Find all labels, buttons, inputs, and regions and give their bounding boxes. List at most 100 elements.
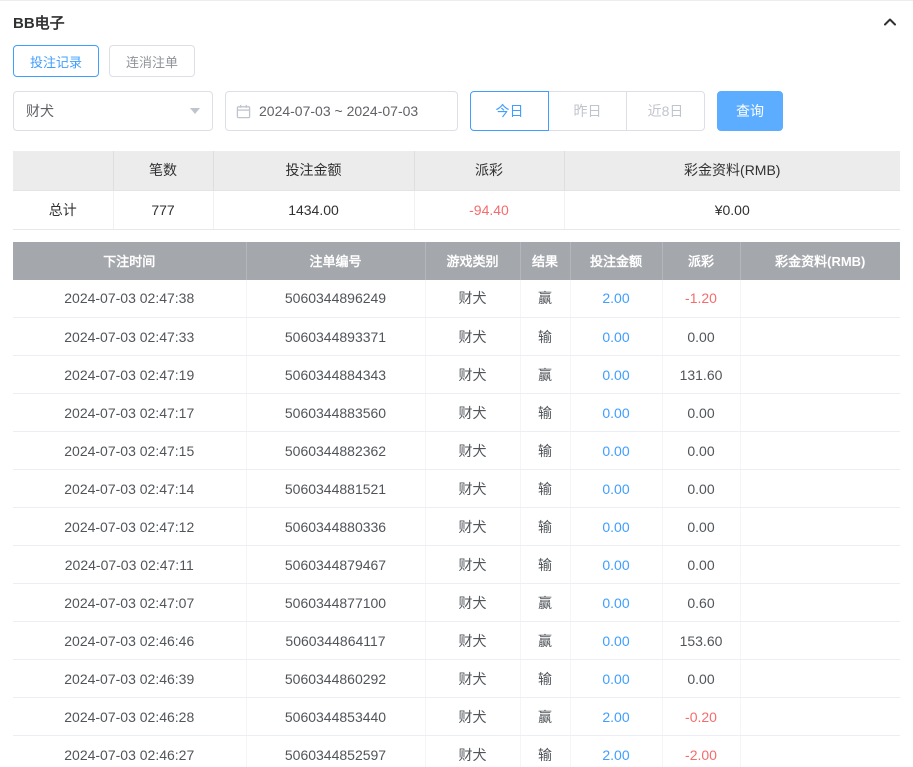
panel-header: BB电子 [13,1,900,39]
bet-amount-link[interactable]: 0.00 [602,595,629,611]
order-id-cell: 5060344880336 [246,507,426,546]
table-row: 2024-07-03 02:47:12 5060344880336 财犬输 0.00 0… [13,507,900,546]
bonus-cell [740,393,900,432]
bet-time-cell: 2024-07-03 02:47:11 [13,545,247,584]
table-row: 2024-07-03 02:46:46 5060344864117 财犬赢 0.00 1… [13,621,900,660]
tab-cancelled-orders[interactable]: 连消注单 [109,45,196,77]
bet-amount-link[interactable]: 0.00 [602,367,629,383]
game-type-cell: 财犬 [425,621,521,660]
payout-cell: -2.00 [662,735,741,767]
calendar-icon [236,104,251,118]
game-select-value: 财犬 [26,103,54,119]
bet-amount-cell: 2.00 [570,735,663,767]
payout-cell: 131.60 [662,355,741,394]
result-cell: 赢 [520,621,571,660]
table-row: 2024-07-03 02:47:14 5060344881521 财犬输 0.00 0… [13,469,900,508]
bet-time-cell: 2024-07-03 02:47:33 [13,317,247,356]
order-id-cell: 5060344852597 [246,735,426,767]
summary-header-blank [13,151,114,191]
chevron-down-icon [190,108,200,114]
bonus-cell [740,697,900,736]
game-type-cell: 财犬 [425,431,521,470]
game-type-cell: 财犬 [425,583,521,622]
result-cell: 输 [520,469,571,508]
game-type-cell: 财犬 [425,393,521,432]
order-id-cell: 5060344896249 [246,279,426,318]
game-select[interactable]: 财犬 [13,91,213,131]
game-type-cell: 财犬 [425,735,521,767]
bet-amount-link[interactable]: 0.00 [602,519,629,535]
summary-total-label: 总计 [13,190,114,230]
col-header-payout: 派彩 [662,241,741,280]
summary-payout-value: -94.40 [414,190,565,230]
order-id-cell: 5060344864117 [246,621,426,660]
filter-bar: 财犬 2024-07-03 ~ 2024-07-03 今日 昨日 近8日 查询 [13,91,900,131]
table-row: 2024-07-03 02:46:27 5060344852597 财犬输 2.00 -… [13,735,900,767]
bet-amount-link[interactable]: 2.00 [602,709,629,725]
bet-amount-link[interactable]: 0.00 [602,443,629,459]
result-cell: 赢 [520,279,571,318]
bet-records-panel: BB电子 投注记录 连消注单 财犬 2024-07-03 ~ 2024-07-0… [0,0,913,767]
bonus-cell [740,735,900,767]
col-header-result: 结果 [520,241,571,280]
order-id-cell: 5060344877100 [246,583,426,622]
result-cell: 赢 [520,583,571,622]
result-cell: 输 [520,659,571,698]
summary-header-payout: 派彩 [414,151,565,191]
bet-time-cell: 2024-07-03 02:46:39 [13,659,247,698]
payout-cell: 0.00 [662,317,741,356]
bet-amount-link[interactable]: 0.00 [602,671,629,687]
quick-date-yesterday[interactable]: 昨日 [548,91,627,131]
bet-table: 下注时间 注单编号 游戏类别 结果 投注金额 派彩 彩金资料(RMB) 2024… [13,241,900,767]
col-header-bet-time: 下注时间 [13,241,247,280]
payout-cell: 0.00 [662,393,741,432]
col-header-game-type: 游戏类别 [425,241,521,280]
bet-amount-link[interactable]: 2.00 [602,290,629,306]
bonus-cell [740,621,900,660]
result-cell: 输 [520,507,571,546]
order-id-cell: 5060344860292 [246,659,426,698]
bet-amount-link[interactable]: 0.00 [602,481,629,497]
bet-time-cell: 2024-07-03 02:47:07 [13,583,247,622]
bet-amount-link[interactable]: 2.00 [602,747,629,763]
tab-bet-records[interactable]: 投注记录 [13,45,100,77]
bet-time-cell: 2024-07-03 02:47:17 [13,393,247,432]
table-row: 2024-07-03 02:47:17 5060344883560 财犬输 0.00 0… [13,393,900,432]
order-id-cell: 5060344882362 [246,431,426,470]
table-row: 2024-07-03 02:46:39 5060344860292 财犬输 0.00 0… [13,659,900,698]
result-cell: 输 [520,317,571,356]
bet-amount-link[interactable]: 0.00 [602,329,629,345]
result-cell: 赢 [520,355,571,394]
bet-amount-link[interactable]: 0.00 [602,633,629,649]
payout-cell: 153.60 [662,621,741,660]
quick-date-today[interactable]: 今日 [470,91,549,131]
game-type-cell: 财犬 [425,469,521,508]
summary-header-row: 笔数 投注金额 派彩 彩金资料(RMB) [13,151,900,191]
game-type-cell: 财犬 [425,317,521,356]
result-cell: 输 [520,431,571,470]
bonus-cell [740,317,900,356]
bet-amount-link[interactable]: 0.00 [602,557,629,573]
panel-title: BB电子 [13,14,65,32]
bonus-cell [740,545,900,584]
bet-amount-cell: 0.00 [570,469,663,508]
bonus-cell [740,659,900,698]
date-range-picker[interactable]: 2024-07-03 ~ 2024-07-03 [225,91,458,131]
order-id-cell: 5060344893371 [246,317,426,356]
table-row: 2024-07-03 02:47:33 5060344893371 财犬输 0.00 0… [13,317,900,356]
bonus-cell [740,431,900,470]
search-button[interactable]: 查询 [717,91,783,131]
table-row: 2024-07-03 02:47:38 5060344896249 财犬赢 2.00 -… [13,279,900,318]
order-id-cell: 5060344879467 [246,545,426,584]
bet-time-cell: 2024-07-03 02:47:14 [13,469,247,508]
bet-amount-cell: 0.00 [570,583,663,622]
bonus-cell [740,279,900,318]
table-row: 2024-07-03 02:47:11 5060344879467 财犬输 0.00 0… [13,545,900,584]
game-type-cell: 财犬 [425,659,521,698]
collapse-panel-button[interactable] [880,12,900,32]
bet-table-header-row: 下注时间 注单编号 游戏类别 结果 投注金额 派彩 彩金资料(RMB) [13,241,900,280]
bet-amount-link[interactable]: 0.00 [602,405,629,421]
quick-date-last8days[interactable]: 近8日 [626,91,705,131]
game-type-cell: 财犬 [425,697,521,736]
summary-table: 笔数 投注金额 派彩 彩金资料(RMB) 总计 777 1434.00 -94.… [13,151,900,230]
